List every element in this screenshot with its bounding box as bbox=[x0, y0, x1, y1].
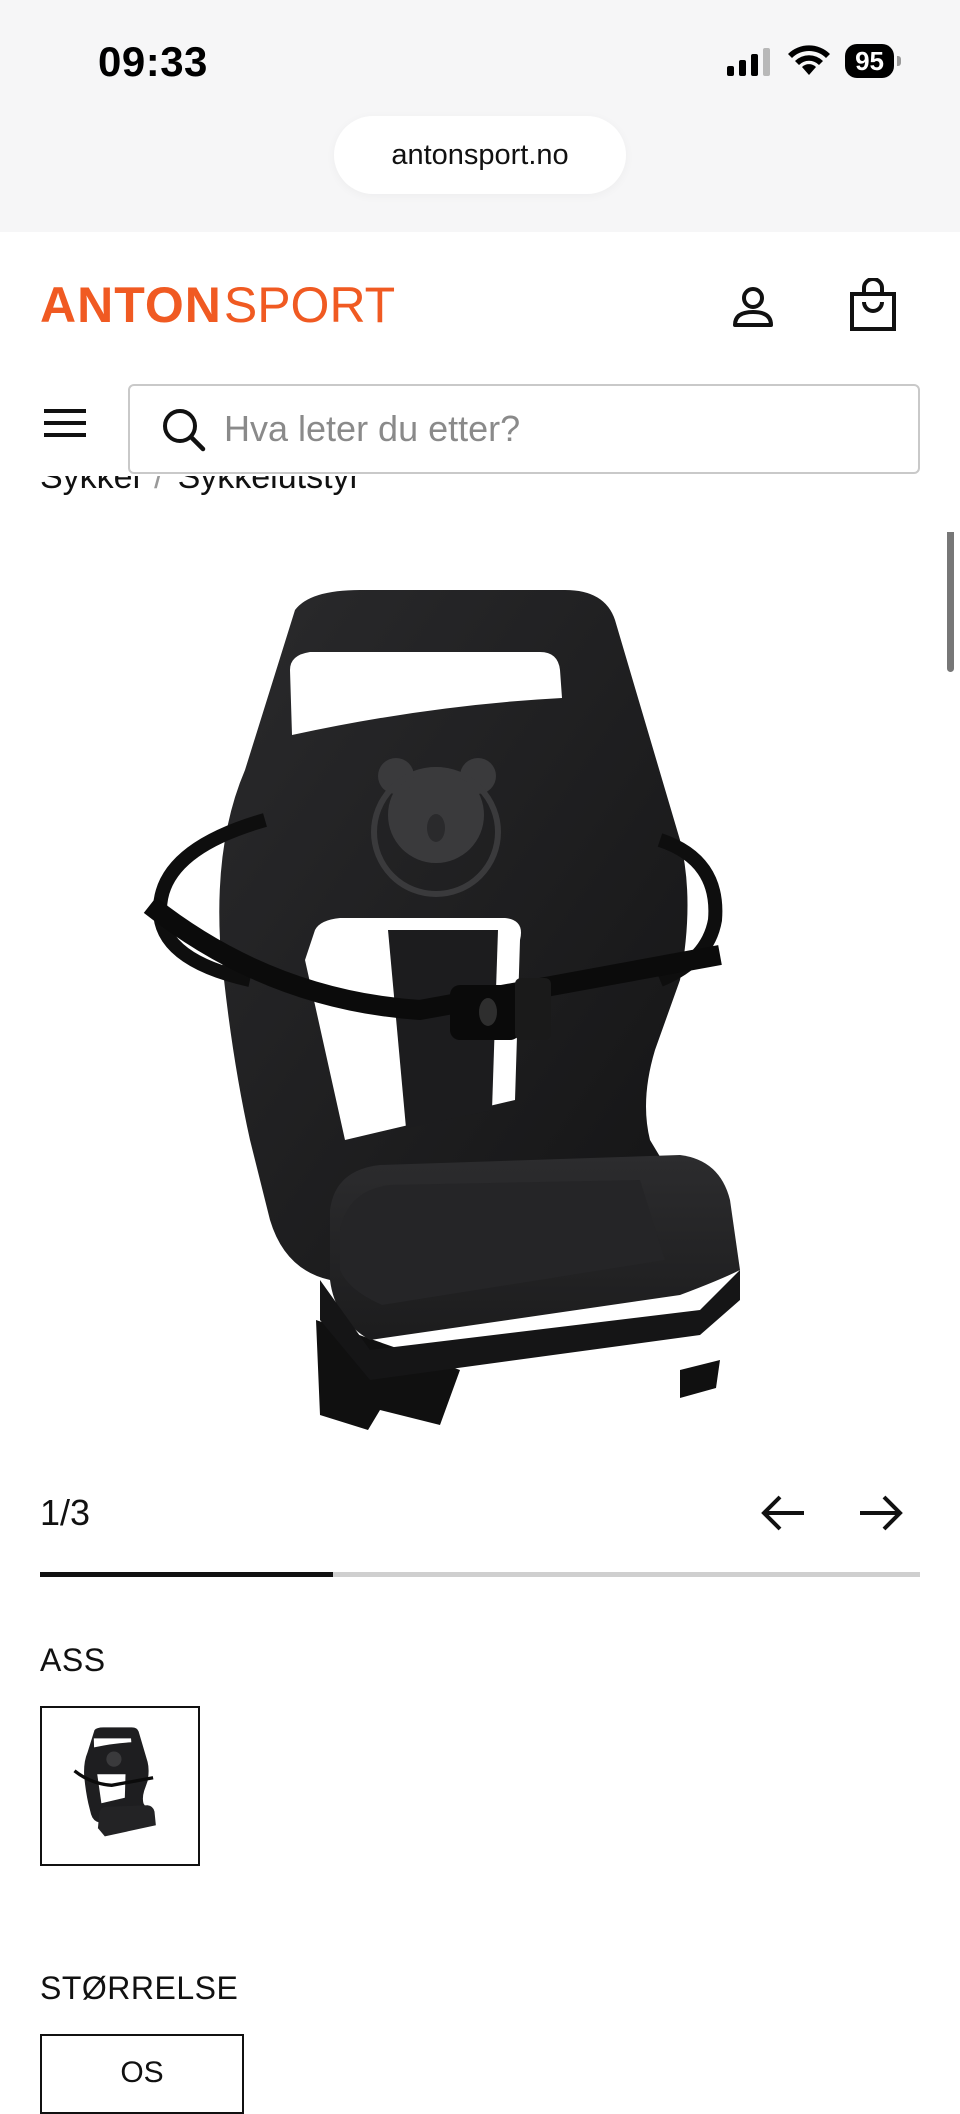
signal-icon bbox=[727, 48, 771, 76]
breadcrumb-separator: / bbox=[154, 476, 164, 496]
logo-anton-text: ANTON bbox=[40, 277, 222, 333]
arrow-right-icon bbox=[860, 1495, 903, 1531]
size-option-os[interactable]: OS bbox=[40, 2034, 244, 2114]
account-icon bbox=[733, 287, 773, 327]
arrow-left-icon bbox=[761, 1495, 804, 1531]
gallery-progress-fill bbox=[40, 1572, 334, 1577]
anton-sport-logo[interactable]: ANTON SPORT bbox=[40, 276, 395, 334]
address-bar[interactable]: antonsport.no bbox=[334, 116, 626, 194]
gallery-progress-bar bbox=[40, 1572, 920, 1577]
url-text: antonsport.no bbox=[391, 138, 569, 171]
wifi-icon bbox=[788, 45, 831, 75]
cart-button[interactable] bbox=[842, 272, 904, 338]
gallery-counter: 1/3 bbox=[40, 1492, 91, 1533]
size-label: STØRRELSE bbox=[40, 1970, 239, 2006]
size-option-label: OS bbox=[120, 2056, 164, 2089]
breadcrumb: Sykkel / Sykkelutstyr bbox=[40, 476, 920, 520]
status-time: 09:33 bbox=[98, 38, 208, 85]
search-bar[interactable] bbox=[128, 384, 920, 474]
breadcrumb-item-sykkelutstyr[interactable]: Sykkelutstyr bbox=[178, 476, 361, 496]
logo-sport-text: SPORT bbox=[223, 277, 396, 333]
hamburger-menu-icon bbox=[44, 409, 86, 437]
shopping-bag-icon bbox=[850, 278, 896, 331]
gallery-previous-button[interactable] bbox=[758, 1488, 808, 1538]
product-image-child-bike-seat[interactable] bbox=[120, 580, 840, 1450]
variant-thumbnail-selected[interactable] bbox=[40, 1706, 200, 1866]
breadcrumb-item-sykkel[interactable]: Sykkel bbox=[40, 476, 140, 496]
search-icon bbox=[163, 409, 206, 452]
battery-icon: 95 bbox=[845, 44, 901, 78]
gallery-next-button[interactable] bbox=[856, 1488, 906, 1538]
browser-top-bar: 09:33 95 antonsport.no bbox=[0, 0, 960, 232]
search-input[interactable] bbox=[222, 407, 866, 451]
menu-button[interactable] bbox=[34, 392, 96, 454]
variant-thumbnail-image bbox=[73, 1727, 156, 1837]
status-icons: 95 bbox=[725, 44, 901, 78]
variant-label: ASS bbox=[40, 1642, 106, 1678]
account-button[interactable] bbox=[722, 276, 784, 338]
